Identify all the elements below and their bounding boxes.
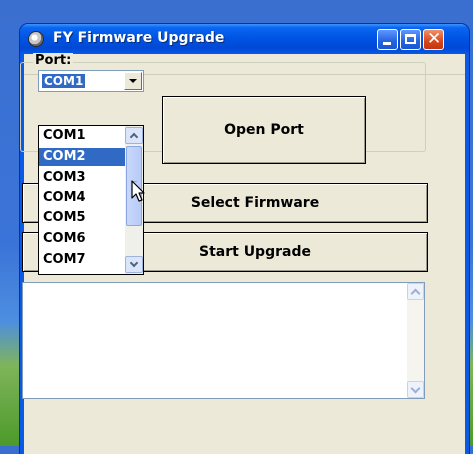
close-button[interactable]: ✕	[423, 29, 444, 50]
dropdown-option-com1[interactable]: COM1	[39, 127, 125, 145]
port-combobox-value: COM1	[42, 74, 86, 88]
port-combobox[interactable]: COM1	[38, 70, 144, 92]
maximize-button[interactable]	[400, 29, 421, 50]
dropdown-option-com7[interactable]: COM7	[39, 251, 125, 269]
port-dropdown-list[interactable]: COM1 COM2 COM3 COM4 COM5 COM6 COM7	[38, 125, 144, 275]
title-bar[interactable]: FY Firmware Upgrade ✕	[20, 24, 469, 54]
minimize-icon	[383, 42, 391, 45]
scroll-down-icon[interactable]	[407, 381, 424, 398]
maximize-icon	[405, 34, 416, 44]
open-port-button[interactable]: Open Port	[162, 96, 366, 164]
dropdown-option-com2[interactable]: COM2	[39, 148, 125, 166]
log-scrollbar[interactable]	[407, 283, 424, 398]
port-label: Port:	[33, 53, 74, 68]
scroll-up-icon[interactable]	[125, 127, 143, 144]
dropdown-option-com6[interactable]: COM6	[39, 230, 125, 248]
scroll-down-icon[interactable]	[125, 256, 143, 273]
dropdown-option-com4[interactable]: COM4	[39, 189, 125, 207]
mouse-cursor-icon	[131, 180, 145, 202]
log-textarea[interactable]	[22, 282, 425, 399]
dropdown-option-com5[interactable]: COM5	[39, 209, 125, 227]
scroll-up-icon[interactable]	[407, 283, 424, 300]
window-title: FY Firmware Upgrade	[53, 30, 225, 46]
close-icon: ✕	[427, 29, 442, 49]
chevron-down-icon[interactable]	[124, 72, 142, 90]
app-icon[interactable]	[28, 31, 44, 47]
minimize-button[interactable]	[377, 29, 398, 50]
dropdown-option-com3[interactable]: COM3	[39, 169, 125, 187]
